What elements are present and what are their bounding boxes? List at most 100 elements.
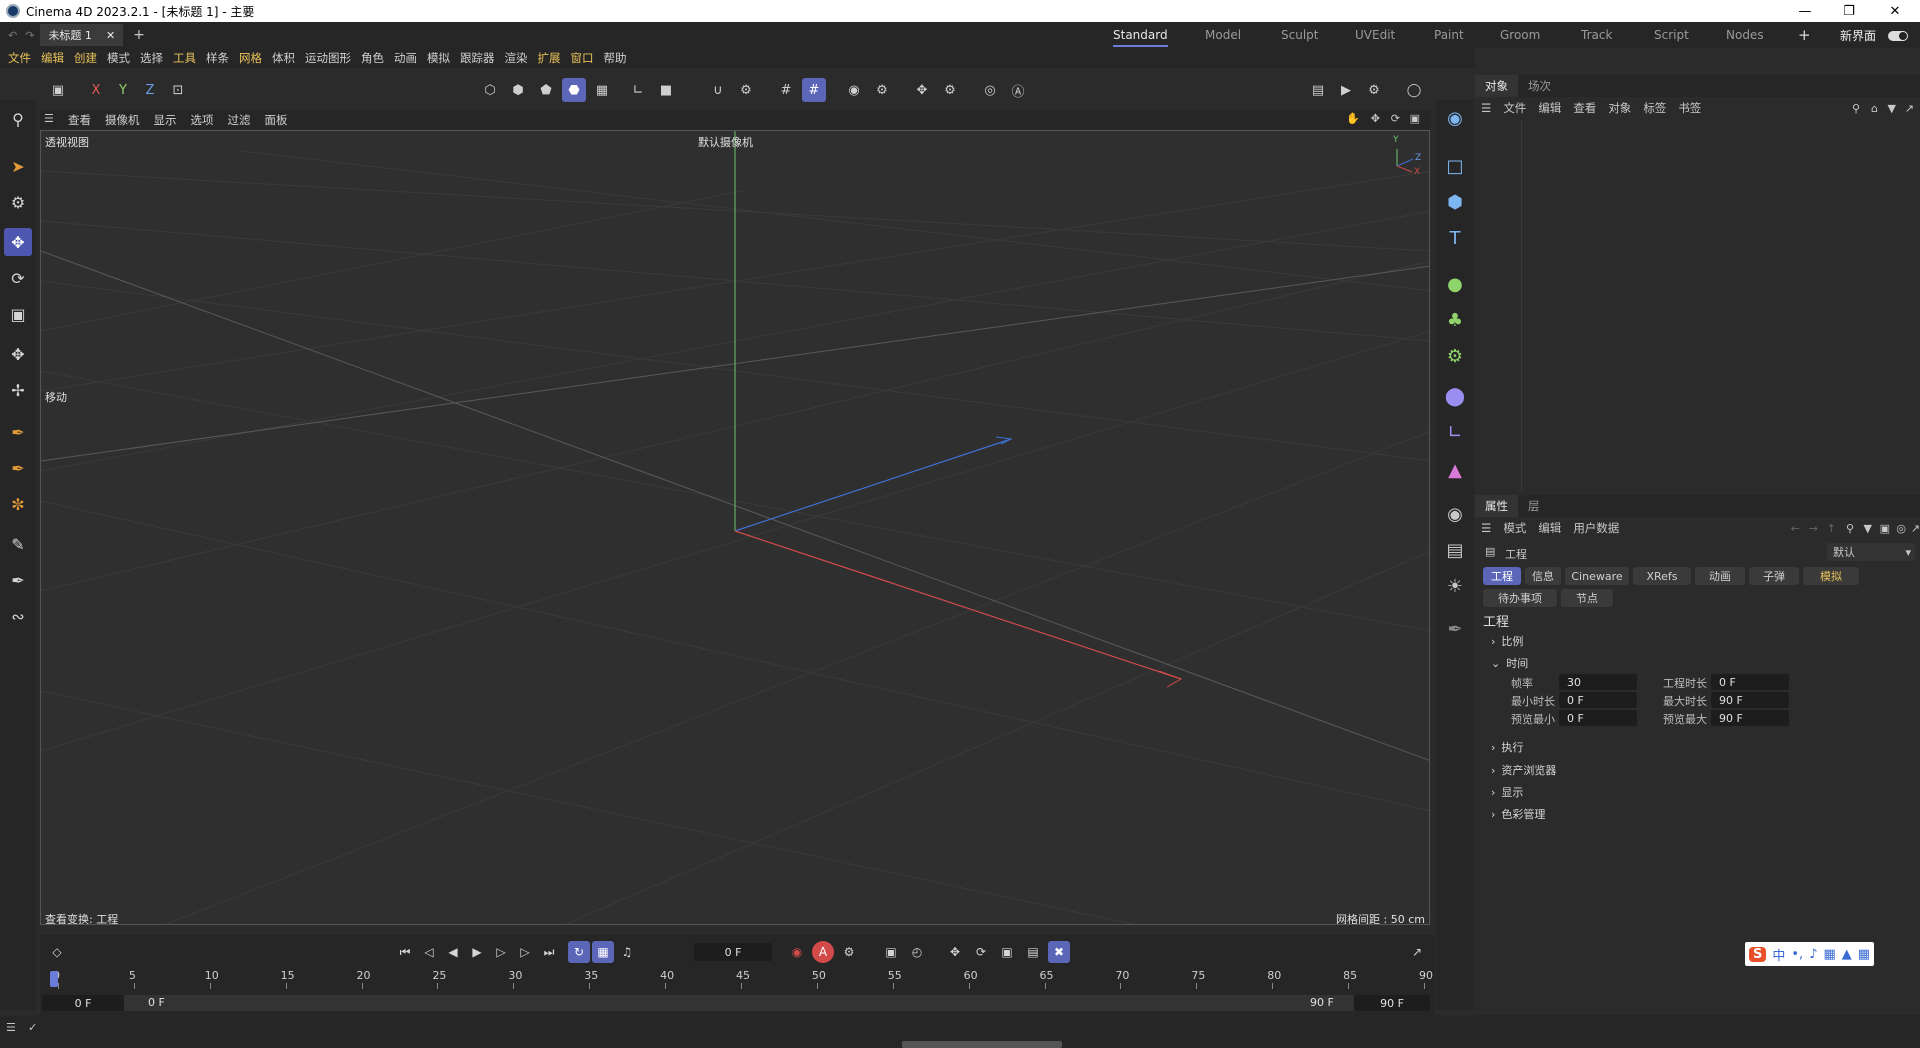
y-axis-lock[interactable]: Y — [111, 78, 135, 102]
objects-mode-icon[interactable]: ▣ — [46, 78, 70, 102]
vp-menu-view[interactable]: 查看 — [68, 112, 91, 128]
mograph-icon[interactable]: ♣ — [1441, 306, 1469, 334]
next-frame-icon[interactable]: ▷ — [490, 941, 512, 963]
transfer-tool-icon[interactable]: ✢ — [4, 376, 32, 404]
am-target-icon[interactable]: ◎ — [1896, 522, 1906, 535]
transform-tool-icon[interactable]: ✥ — [4, 340, 32, 368]
layout-tab-standard[interactable]: Standard — [1113, 22, 1168, 48]
add-tab-icon[interactable]: + — [133, 27, 145, 43]
locked-workplane-icon[interactable]: # — [802, 78, 826, 102]
snap-icon[interactable]: ∪ — [706, 78, 730, 102]
edges-mode-icon[interactable]: ⬢ — [506, 78, 530, 102]
chip-project[interactable]: 工程 — [1483, 567, 1521, 585]
am-menu-icon[interactable]: ☰ — [1481, 521, 1491, 535]
om-home-icon[interactable]: ⌂ — [1871, 102, 1878, 115]
menu-tools[interactable]: 工具 — [173, 50, 196, 66]
am-menu-userdata[interactable]: 用户数据 — [1573, 520, 1619, 536]
prev-key-icon[interactable]: ◁ — [418, 941, 440, 963]
section-color-management[interactable]: › 色彩管理 — [1491, 806, 1545, 822]
render-to-picture-viewer-icon[interactable]: ▶ — [1334, 78, 1358, 102]
layout-tab-model[interactable]: Model — [1205, 22, 1241, 48]
deformer-icon[interactable]: ⬤ — [1441, 382, 1469, 410]
chip-xrefs[interactable]: XRefs — [1633, 567, 1691, 585]
key-settings-icon[interactable]: ⚙ — [838, 941, 860, 963]
key-rotation-icon[interactable]: ⟳ — [970, 941, 992, 963]
cube-icon[interactable]: ⬢ — [1441, 188, 1469, 216]
menu-extensions[interactable]: 扩展 — [538, 50, 561, 66]
layout-tab-sculpt[interactable]: Sculpt — [1281, 22, 1318, 48]
chip-todo[interactable]: 待办事项 — [1483, 589, 1557, 607]
menu-window[interactable]: 窗口 — [571, 50, 594, 66]
layout-tab-uvedit[interactable]: UVEdit — [1355, 22, 1395, 48]
light-icon[interactable]: ☀ — [1441, 572, 1469, 600]
chip-animation[interactable]: 动画 — [1695, 567, 1745, 585]
soft-selection-icon[interactable]: ◉ — [842, 78, 866, 102]
keyframe-mode-icon[interactable]: ◇ — [46, 941, 68, 963]
scale-tool-icon[interactable]: ▣ — [4, 300, 32, 328]
menu-select[interactable]: 选择 — [140, 50, 163, 66]
vp-menu-display[interactable]: 显示 — [154, 112, 177, 128]
tweak-mode-icon[interactable]: ■ — [654, 78, 678, 102]
go-to-end-icon[interactable]: ⏭ — [538, 941, 560, 963]
axis-mode-icon[interactable]: ∟ — [626, 78, 650, 102]
status-menu-icon[interactable]: ☰ — [6, 1021, 16, 1034]
text-icon[interactable]: T — [1441, 224, 1469, 252]
environment-icon[interactable]: ◉ — [1441, 500, 1469, 528]
render-camera-icon[interactable]: ▤ — [1441, 536, 1469, 564]
preview-max-field[interactable]: 90 F — [1711, 710, 1789, 726]
polygons-mode-icon[interactable]: ⬟ — [534, 78, 558, 102]
status-check-icon[interactable]: ✓ — [28, 1021, 37, 1034]
selection-tools-icon[interactable]: ⚙ — [4, 188, 32, 216]
prev-frame-icon[interactable]: ◀ — [442, 941, 464, 963]
key-pla-icon[interactable]: ✖ — [1048, 941, 1070, 963]
am-search-icon[interactable]: ⚲ — [1846, 522, 1854, 535]
layout-tab-paint[interactable]: Paint — [1434, 22, 1464, 48]
layout-tab-nodes[interactable]: Nodes — [1726, 22, 1764, 48]
spline-smooth-icon[interactable]: ∾ — [4, 602, 32, 630]
play-icon[interactable]: ▶ — [466, 941, 488, 963]
workplane-icon[interactable]: # — [774, 78, 798, 102]
camera-name[interactable]: 默认摄像机 — [698, 134, 753, 150]
current-frame-field[interactable]: 0 F — [694, 943, 772, 961]
chip-info[interactable]: 信息 — [1525, 567, 1561, 585]
project-length-field[interactable]: 0 F — [1711, 674, 1789, 690]
section-display[interactable]: › 显示 — [1491, 784, 1523, 800]
redo-icon[interactable]: ↷ — [25, 29, 34, 42]
preset-dropdown[interactable]: 默认 ▾ — [1827, 543, 1915, 561]
camera-icon[interactable]: ◉ — [1441, 104, 1469, 132]
menu-help[interactable]: 帮助 — [604, 50, 627, 66]
redshift-icon[interactable]: ◯ — [1402, 78, 1426, 102]
tab-attributes[interactable]: 属性 — [1475, 495, 1518, 517]
menu-tracker[interactable]: 跟踪器 — [460, 50, 495, 66]
om-search-icon[interactable]: ⚲ — [1852, 102, 1860, 115]
vp-menu-filter[interactable]: 过滤 — [228, 112, 251, 128]
menu-volume[interactable]: 体积 — [272, 50, 295, 66]
rotate-tool-icon[interactable]: ⟳ — [4, 264, 32, 292]
ime-toolbar[interactable]: S 中 •, ♪ ▦ ▲ ▦ — [1745, 942, 1875, 966]
om-menu-object[interactable]: 对象 — [1608, 100, 1631, 116]
minimize-icon[interactable]: — — [1782, 0, 1828, 22]
menu-mode[interactable]: 模式 — [107, 50, 130, 66]
menu-character[interactable]: 角色 — [361, 50, 384, 66]
coordinate-system-icon[interactable]: ⊡ — [166, 78, 190, 102]
points-mode-icon[interactable]: ⬡ — [478, 78, 502, 102]
autokey-button[interactable]: A — [812, 941, 834, 963]
om-menu-icon[interactable]: ☰ — [1481, 101, 1491, 115]
min-time-field[interactable]: 0 F — [1559, 692, 1637, 708]
om-menu-bookmarks[interactable]: 书签 — [1678, 100, 1701, 116]
am-menu-edit[interactable]: 编辑 — [1538, 520, 1561, 536]
live-selection-icon[interactable]: ➤ — [4, 152, 32, 180]
close-tab-icon[interactable]: ✕ — [106, 29, 115, 42]
key-lock-icon[interactable]: ▣ — [880, 941, 902, 963]
move-view-icon[interactable]: ✥ — [1371, 112, 1380, 125]
chip-nodes[interactable]: 节点 — [1561, 589, 1613, 607]
cloner-icon[interactable]: ● — [1441, 270, 1469, 298]
sketch-icon[interactable]: ✒ — [1441, 615, 1469, 643]
menu-render[interactable]: 渲染 — [505, 50, 528, 66]
symmetry-icon[interactable]: ✥ — [910, 78, 934, 102]
record-icon[interactable]: ◉ — [786, 941, 808, 963]
om-menu-tags[interactable]: 标签 — [1643, 100, 1666, 116]
effector-icon[interactable]: ⚙ — [1441, 342, 1469, 370]
timeline-expand-icon[interactable]: ↗ — [1406, 941, 1428, 963]
spline-rectangle-icon[interactable]: □ — [1441, 152, 1469, 180]
